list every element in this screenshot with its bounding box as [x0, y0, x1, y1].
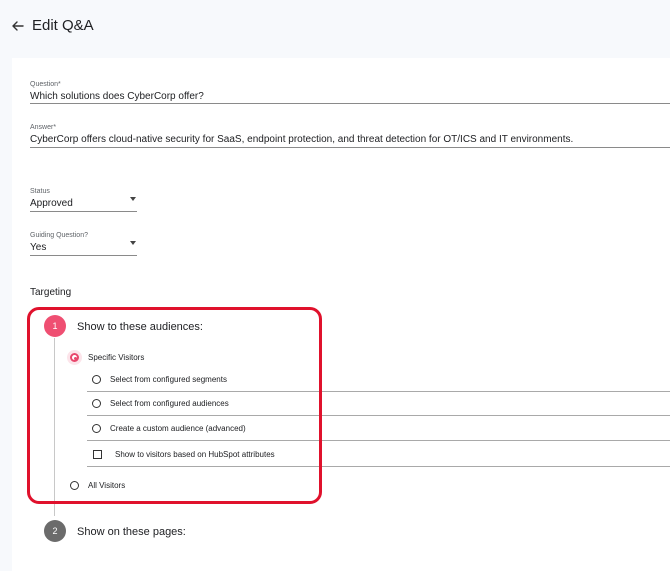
question-field[interactable]: Question* Which solutions does CyberCorp… — [30, 80, 204, 103]
guiding-underline — [30, 255, 137, 256]
answer-underline — [30, 147, 670, 148]
question-label: Question* — [30, 81, 61, 88]
page-header: Edit Q&A — [0, 0, 670, 56]
back-arrow-icon[interactable] — [11, 19, 25, 33]
audience-highlight-box — [27, 307, 322, 504]
guiding-question-value[interactable]: Yes — [30, 242, 46, 253]
status-dropdown-icon[interactable] — [130, 197, 136, 201]
question-value[interactable]: Which solutions does CyberCorp offer? — [30, 90, 204, 103]
status-label: Status — [30, 188, 50, 195]
status-value[interactable]: Approved — [30, 198, 73, 209]
status-select[interactable]: Status — [30, 187, 50, 196]
question-underline — [30, 103, 670, 104]
guiding-question-select[interactable]: Guiding Question? — [30, 231, 88, 240]
status-underline — [30, 211, 137, 212]
answer-value[interactable]: CyberCorp offers cloud-native security f… — [30, 133, 573, 146]
step-2-badge: 2 — [44, 520, 66, 542]
guiding-question-label: Guiding Question? — [30, 232, 88, 239]
targeting-heading: Targeting — [30, 287, 72, 298]
page-title: Edit Q&A — [32, 17, 94, 34]
guiding-dropdown-icon[interactable] — [130, 241, 136, 245]
answer-label: Answer* — [30, 124, 57, 131]
step-2-title: Show on these pages: — [77, 526, 186, 538]
answer-field[interactable]: Answer* CyberCorp offers cloud-native se… — [30, 123, 573, 146]
